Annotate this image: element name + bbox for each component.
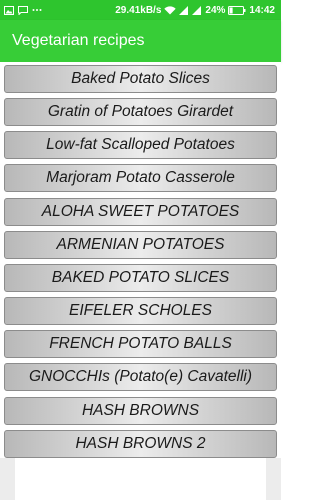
recipe-list-item[interactable]: Marjoram Potato Casserole bbox=[4, 164, 277, 192]
recipe-list-item[interactable]: EIFELER SCHOLES bbox=[4, 297, 277, 325]
app-title: Vegetarian recipes bbox=[12, 32, 145, 49]
app-bar: Vegetarian recipes bbox=[0, 20, 281, 62]
recipe-list-item[interactable]: Gratin of Potatoes Girardet bbox=[4, 98, 277, 126]
status-bar-notifications bbox=[4, 5, 115, 15]
recipe-list-item[interactable]: HASH BROWNS bbox=[4, 397, 277, 425]
recipe-list[interactable]: Baked Potato Slices Gratin of Potatoes G… bbox=[0, 62, 281, 458]
signal-icon-2 bbox=[192, 5, 202, 15]
sms-icon bbox=[18, 5, 28, 15]
recipe-list-item[interactable]: Low-fat Scalloped Potatoes bbox=[4, 131, 277, 159]
more-dots-icon bbox=[32, 8, 42, 12]
recipe-list-item[interactable]: FRENCH POTATO BALLS bbox=[4, 330, 277, 358]
recipe-list-item[interactable]: BAKED POTATO SLICES bbox=[4, 264, 277, 292]
recipe-list-item[interactable]: ARMENIAN POTATOES bbox=[4, 231, 277, 259]
signal-icon bbox=[179, 5, 189, 15]
status-bar-system: 29.41kB/s 24% 14:42 bbox=[115, 5, 275, 16]
status-bar: 29.41kB/s 24% 14:42 bbox=[0, 0, 281, 20]
recipe-list-item[interactable]: GNOCCHIs (Potato(e) Cavatelli) bbox=[4, 363, 277, 391]
wifi-icon bbox=[164, 5, 177, 15]
bottom-panel bbox=[0, 458, 281, 500]
recipe-list-item[interactable]: HASH BROWNS 2 bbox=[4, 430, 277, 458]
recipe-list-item[interactable]: ALOHA SWEET POTATOES bbox=[4, 198, 277, 226]
network-speed: 29.41kB/s bbox=[115, 4, 162, 16]
bottom-panel-inner bbox=[15, 458, 266, 500]
image-icon bbox=[4, 5, 14, 15]
recipe-list-item[interactable]: Baked Potato Slices bbox=[4, 65, 277, 93]
battery-icon bbox=[228, 5, 246, 15]
clock: 14:42 bbox=[249, 4, 275, 16]
battery-percent: 24% bbox=[205, 4, 226, 16]
